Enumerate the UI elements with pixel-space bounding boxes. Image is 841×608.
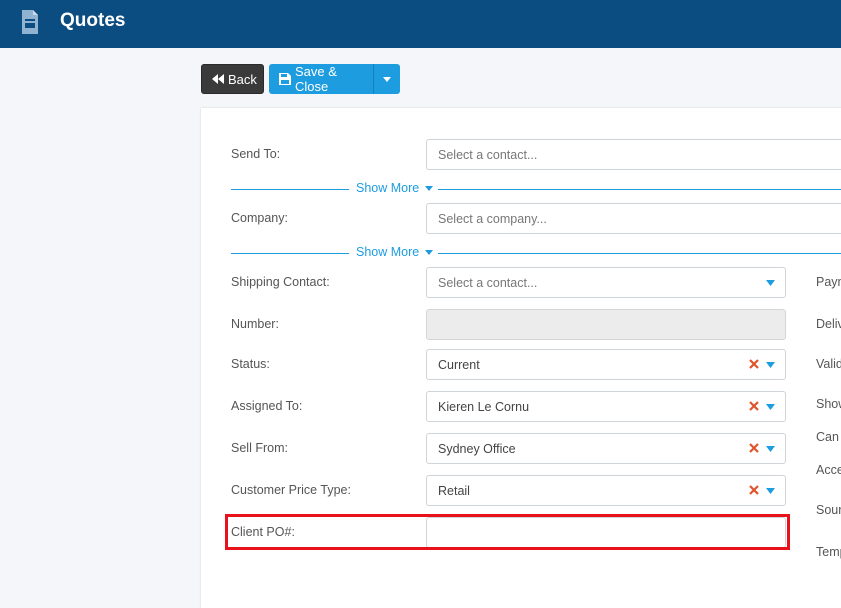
caret-down-icon[interactable] bbox=[766, 488, 775, 494]
show-more-divider-2: Show More bbox=[231, 245, 841, 261]
customer-price-type-label: Customer Price Type: bbox=[231, 483, 351, 497]
save-close-button[interactable]: Save & Close bbox=[269, 64, 373, 94]
right-label-template: Temp bbox=[816, 545, 841, 559]
save-options-dropdown-button[interactable] bbox=[373, 64, 400, 94]
caret-down-icon bbox=[425, 249, 434, 255]
send-to-placeholder: Select a contact... bbox=[438, 147, 538, 162]
page-title: Quotes bbox=[60, 10, 126, 31]
show-more-label-2: Show More bbox=[356, 245, 420, 259]
clear-icon[interactable] bbox=[749, 443, 759, 453]
right-label-accept: Acce bbox=[816, 463, 841, 477]
shipping-contact-label: Shipping Contact: bbox=[231, 275, 330, 289]
company-select[interactable]: Select a company... bbox=[426, 203, 841, 234]
caret-down-icon[interactable] bbox=[766, 280, 775, 286]
send-to-label: Send To: bbox=[231, 147, 281, 161]
assigned-to-select[interactable]: Kieren Le Cornu bbox=[426, 391, 786, 422]
caret-down-icon[interactable] bbox=[766, 362, 775, 368]
status-label: Status: bbox=[231, 357, 270, 371]
clear-icon[interactable] bbox=[749, 401, 759, 411]
sell-from-value: Sydney Office bbox=[438, 441, 516, 456]
save-close-label: Save & Close bbox=[295, 64, 337, 94]
clear-icon[interactable] bbox=[749, 359, 759, 369]
caret-down-icon bbox=[383, 76, 391, 82]
shipping-contact-placeholder: Select a contact... bbox=[438, 275, 538, 290]
client-po-highlight-box bbox=[225, 514, 790, 550]
shipping-contact-select[interactable]: Select a contact... bbox=[426, 267, 786, 298]
show-more-toggle-2[interactable]: Show More bbox=[356, 245, 434, 259]
sell-from-label: Sell From: bbox=[231, 441, 288, 455]
show-more-divider-1: Show More bbox=[231, 181, 841, 197]
right-label-source: Sourc bbox=[816, 503, 841, 517]
number-label: Number: bbox=[231, 317, 279, 331]
right-label-delivery: Deliv bbox=[816, 317, 841, 331]
right-label-show: Show bbox=[816, 397, 841, 411]
caret-down-icon[interactable] bbox=[766, 404, 775, 410]
app-header: Quotes bbox=[0, 0, 841, 48]
sell-from-select[interactable]: Sydney Office bbox=[426, 433, 786, 464]
back-button-label: Back bbox=[228, 71, 257, 87]
right-label-can: Can A bbox=[816, 430, 841, 444]
customer-price-type-value: Retail bbox=[438, 483, 470, 498]
document-icon bbox=[22, 10, 38, 34]
show-more-label-1: Show More bbox=[356, 181, 420, 195]
company-label: Company: bbox=[231, 211, 288, 225]
caret-down-icon[interactable] bbox=[766, 446, 775, 452]
right-label-payment: Paym bbox=[816, 275, 841, 289]
customer-price-type-select[interactable]: Retail bbox=[426, 475, 786, 506]
company-placeholder: Select a company... bbox=[438, 211, 547, 226]
save-icon bbox=[279, 73, 291, 85]
number-field bbox=[426, 309, 786, 340]
send-to-select[interactable]: Select a contact... bbox=[426, 139, 841, 170]
clear-icon[interactable] bbox=[749, 485, 759, 495]
show-more-toggle-1[interactable]: Show More bbox=[356, 181, 434, 195]
assigned-to-value: Kieren Le Cornu bbox=[438, 399, 530, 414]
right-label-valid: Valid bbox=[816, 357, 841, 371]
caret-down-icon bbox=[425, 185, 434, 191]
back-button[interactable]: Back bbox=[201, 64, 264, 94]
status-select[interactable]: Current bbox=[426, 349, 786, 380]
status-value: Current bbox=[438, 357, 480, 372]
assigned-to-label: Assigned To: bbox=[231, 399, 303, 413]
double-chevron-left-icon bbox=[212, 74, 224, 84]
